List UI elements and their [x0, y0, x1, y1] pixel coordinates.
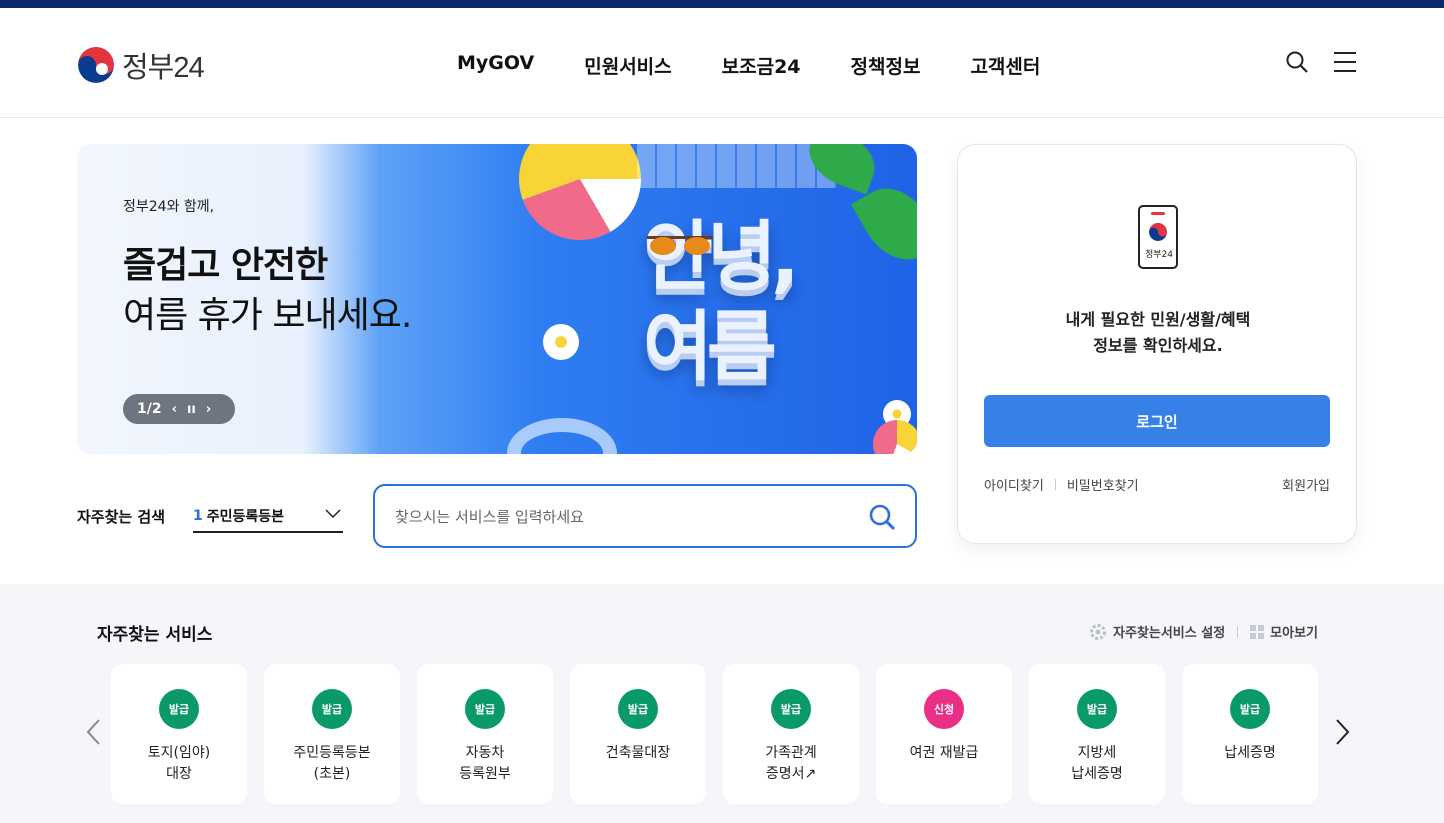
divider [1237, 625, 1239, 638]
services-settings-label: 자주찾는서비스 설정 [1112, 626, 1226, 641]
grid-icon [1250, 624, 1265, 639]
nav-customer-center[interactable]: 고객센터 [970, 52, 1040, 79]
phone-logo-text: 정부24 [1144, 250, 1173, 260]
view-all-label: 모아보기 [1270, 626, 1318, 641]
banner-pager: 1/2 [137, 401, 162, 417]
service-cards: 발급 토지(임야) 대장 발급 주민등록등본 (초본) 발급 자동차 등록원부 … [111, 664, 1318, 804]
service-card[interactable]: 발급 주민등록등본 (초본) [264, 664, 400, 804]
frequent-search-value: 주민등록등본 [206, 508, 285, 525]
flower-decoration-icon [543, 324, 579, 360]
nav-policy-info[interactable]: 정책정보 [851, 52, 921, 79]
service-card-label: 지방세 납세증명 [1071, 745, 1123, 782]
login-links: 아이디찾기 비밀번호찾기 [984, 475, 1139, 494]
gear-icon [1089, 623, 1107, 641]
services-settings-button[interactable]: 자주찾는서비스 설정 [1089, 622, 1225, 641]
frequent-services-section: 자주찾는 서비스 자주찾는서비스 설정 모아보기 발급 토지(임야) 대장 발급… [0, 584, 1444, 823]
apply-badge: 신청 [924, 689, 964, 729]
mobile-phone-icon: 정부24 [1138, 205, 1178, 269]
hero-banner[interactable]: 안녕, 여름 정부24와 함께, 즐겁고 안전한 여름 휴가 보내세요. 1/2… [77, 144, 917, 454]
main-nav: MyGOV 민원서비스 보조금24 정책정보 고객센터 [457, 52, 1040, 79]
service-card-label: 건축물대장 [605, 745, 671, 761]
service-search-box [373, 484, 917, 548]
issue-badge: 발급 [618, 689, 658, 729]
issue-badge: 발급 [1077, 689, 1117, 729]
divider [1054, 479, 1056, 490]
carousel-prev-icon[interactable] [84, 718, 104, 746]
issue-badge: 발급 [465, 689, 505, 729]
section-title: 자주찾는 서비스 [97, 625, 213, 645]
service-card-label: 납세증명 [1224, 745, 1276, 761]
beach-ball-icon [519, 144, 641, 240]
sunglasses-icon [647, 234, 713, 256]
banner-headline: 여름 휴가 보내세요. [123, 295, 412, 336]
top-accent-bar [0, 0, 1444, 8]
banner-controls: 1/2 ‹ ıı › [123, 394, 235, 424]
search-icon[interactable] [867, 502, 897, 532]
banner-headline-bold: 즐겁고 안전한 [123, 245, 328, 286]
logo-text: 정부24 [122, 52, 205, 84]
issue-badge: 발급 [312, 689, 352, 729]
chevron-down-icon [325, 505, 341, 521]
find-id-link[interactable]: 아이디찾기 [984, 475, 1044, 494]
chevron-right-icon[interactable]: › [206, 402, 211, 417]
login-message: 내게 필요한 민원/생활/혜택 정보를 확인하세요. [1065, 310, 1251, 355]
carousel-next-icon[interactable] [1332, 718, 1352, 746]
chevron-left-icon[interactable]: ‹ [172, 402, 177, 417]
login-button[interactable]: 로그인 [984, 395, 1330, 447]
service-card[interactable]: 발급 납세증명 [1182, 664, 1318, 804]
service-card[interactable]: 발급 가족관계 증명서↗ [723, 664, 859, 804]
issue-badge: 발급 [159, 689, 199, 729]
nav-civil-services[interactable]: 민원서비스 [584, 52, 671, 79]
banner-subtitle: 정부24와 함께, [123, 199, 215, 215]
search-input[interactable] [395, 504, 845, 530]
login-card: 정부24 내게 필요한 민원/생활/혜택 정보를 확인하세요. 로그인 아이디찾… [957, 144, 1357, 544]
view-all-button[interactable]: 모아보기 [1250, 622, 1318, 641]
logo[interactable]: 정부24 [78, 44, 205, 86]
nav-subsidy24[interactable]: 보조금24 [722, 52, 801, 79]
service-card[interactable]: 발급 자동차 등록원부 [417, 664, 553, 804]
frequent-search-rank: 1 [193, 507, 203, 524]
site-header: 정부24 MyGOV 민원서비스 보조금24 정책정보 고객센터 [0, 8, 1444, 118]
beach-ball-icon [873, 420, 917, 454]
issue-badge: 발급 [771, 689, 811, 729]
service-card[interactable]: 발급 지방세 납세증명 [1029, 664, 1165, 804]
search-icon[interactable] [1285, 50, 1309, 74]
swim-ring-decoration [507, 418, 617, 454]
service-card-label: 가족관계 증명서↗ [765, 745, 817, 782]
service-card-label: 토지(임야) 대장 [147, 745, 211, 782]
service-card-label: 여권 재발급 [909, 745, 979, 761]
service-card[interactable]: 발급 건축물대장 [570, 664, 706, 804]
issue-badge: 발급 [1230, 689, 1270, 729]
taegeuk-emblem-icon [78, 47, 114, 83]
find-password-link[interactable]: 비밀번호찾기 [1067, 475, 1139, 494]
pool-ladder-decoration [637, 144, 837, 188]
hamburger-menu-icon[interactable] [1334, 52, 1356, 72]
frequent-search-label: 자주찾는 검색 [77, 508, 166, 526]
nav-mygov[interactable]: MyGOV [457, 52, 534, 79]
signup-link[interactable]: 회원가입 [1282, 475, 1330, 494]
service-card-label: 자동차 등록원부 [459, 745, 511, 782]
service-card[interactable]: 신청 여권 재발급 [876, 664, 1012, 804]
services-tools: 자주찾는서비스 설정 모아보기 [1089, 622, 1318, 641]
pause-icon[interactable]: ıı [187, 402, 196, 417]
service-card-label: 주민등록등본 (초본) [293, 745, 371, 782]
frequent-search-dropdown[interactable]: 1 주민등록등본 [193, 500, 343, 533]
service-card[interactable]: 발급 토지(임야) 대장 [111, 664, 247, 804]
